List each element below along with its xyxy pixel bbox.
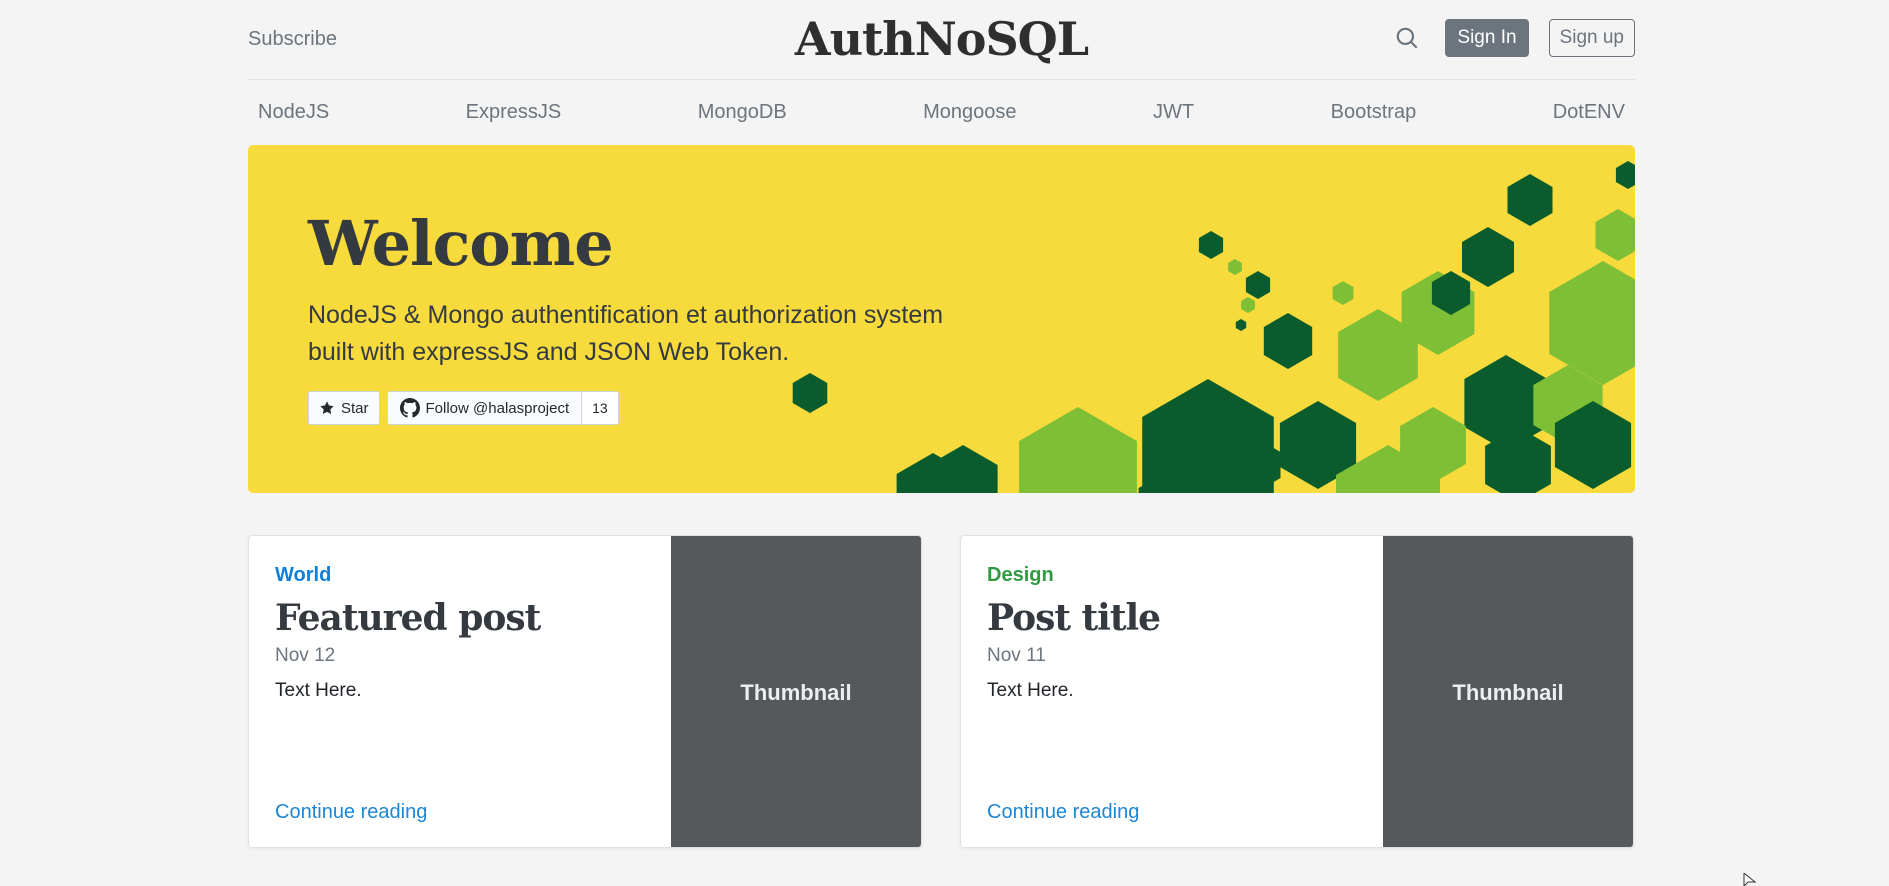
post-title: Post title: [987, 597, 1161, 639]
hero-title: Welcome: [308, 207, 614, 280]
posts-row: World Featured post Nov 12 Text Here. Co…: [248, 535, 1635, 848]
github-follow-widget: Follow @halasproject 13: [386, 391, 619, 425]
hexagon-shape: [1263, 313, 1313, 369]
post-title: Featured post: [275, 597, 541, 639]
hexagon-shape: [1332, 281, 1354, 305]
github-star-button[interactable]: Star: [308, 391, 380, 425]
star-icon: [320, 401, 334, 415]
nav-item-expressjs[interactable]: ExpressJS: [466, 101, 562, 124]
hexagon-shape: [1549, 261, 1635, 385]
nav-item-jwt[interactable]: JWT: [1153, 101, 1194, 124]
site-header: Subscribe AuthNoSQL Sign In Sign up: [248, 0, 1635, 80]
sign-in-button[interactable]: Sign In: [1445, 19, 1529, 57]
hexagon-shape: [1228, 259, 1242, 275]
post-date: Nov 12: [275, 645, 336, 666]
post-date: Nov 11: [987, 645, 1046, 666]
header-actions: Sign In Sign up: [1394, 19, 1635, 57]
continue-reading-link[interactable]: Continue reading: [987, 801, 1139, 824]
sign-up-button[interactable]: Sign up: [1548, 19, 1635, 57]
continue-reading-link[interactable]: Continue reading: [275, 801, 427, 824]
nav-item-dotenv[interactable]: DotENV: [1553, 101, 1625, 124]
post-excerpt: Text Here.: [987, 680, 1074, 701]
mouse-cursor-icon: [1743, 873, 1757, 886]
github-buttons: Star Follow @halasproject 13: [308, 391, 619, 425]
hexagon-shape: [1615, 161, 1635, 189]
featured-post-card: World Featured post Nov 12 Text Here. Co…: [248, 535, 922, 848]
hexagon-shape: [1462, 227, 1514, 287]
post-card: Design Post title Nov 11 Text Here. Cont…: [960, 535, 1634, 848]
post-excerpt: Text Here.: [275, 680, 362, 701]
card-body: Design Post title Nov 11 Text Here. Cont…: [987, 564, 1367, 824]
nav-item-bootstrap[interactable]: Bootstrap: [1331, 101, 1417, 124]
github-icon: [399, 398, 420, 418]
hexagon-shape: [1235, 319, 1247, 331]
post-thumbnail: Thumbnail: [671, 536, 921, 847]
hexagon-shape: [1595, 209, 1635, 261]
hexagon-shape: [1019, 407, 1137, 493]
hexagon-shape: [1241, 297, 1255, 313]
card-body: World Featured post Nov 12 Text Here. Co…: [275, 564, 655, 824]
follow-label: Follow @halasproject: [425, 399, 570, 417]
hexagon-shape: [1198, 231, 1224, 259]
page-container: Subscribe AuthNoSQL Sign In Sign up Node…: [248, 0, 1635, 848]
search-icon[interactable]: [1394, 25, 1420, 51]
hero-lead: NodeJS & Mongo authentification et autho…: [308, 301, 944, 366]
nav-item-mongodb[interactable]: MongoDB: [698, 101, 787, 124]
star-label: Star: [341, 399, 369, 417]
post-thumbnail: Thumbnail: [1383, 536, 1633, 847]
post-category: World: [275, 564, 332, 586]
nav-item-mongoose[interactable]: Mongoose: [923, 101, 1016, 124]
nav-item-nodejs[interactable]: NodeJS: [258, 101, 329, 124]
follow-count[interactable]: 13: [581, 392, 618, 424]
github-follow-button[interactable]: Follow @halasproject: [388, 392, 582, 424]
post-category: Design: [987, 564, 1054, 586]
hexagon-shape: [1245, 271, 1271, 299]
hexagon-shape: [1507, 174, 1553, 226]
hero-banner: Welcome NodeJS & Mongo authentification …: [248, 145, 1635, 493]
hexagon-shape: [792, 373, 828, 413]
category-nav: NodeJS ExpressJS MongoDB Mongoose JWT Bo…: [248, 80, 1635, 145]
